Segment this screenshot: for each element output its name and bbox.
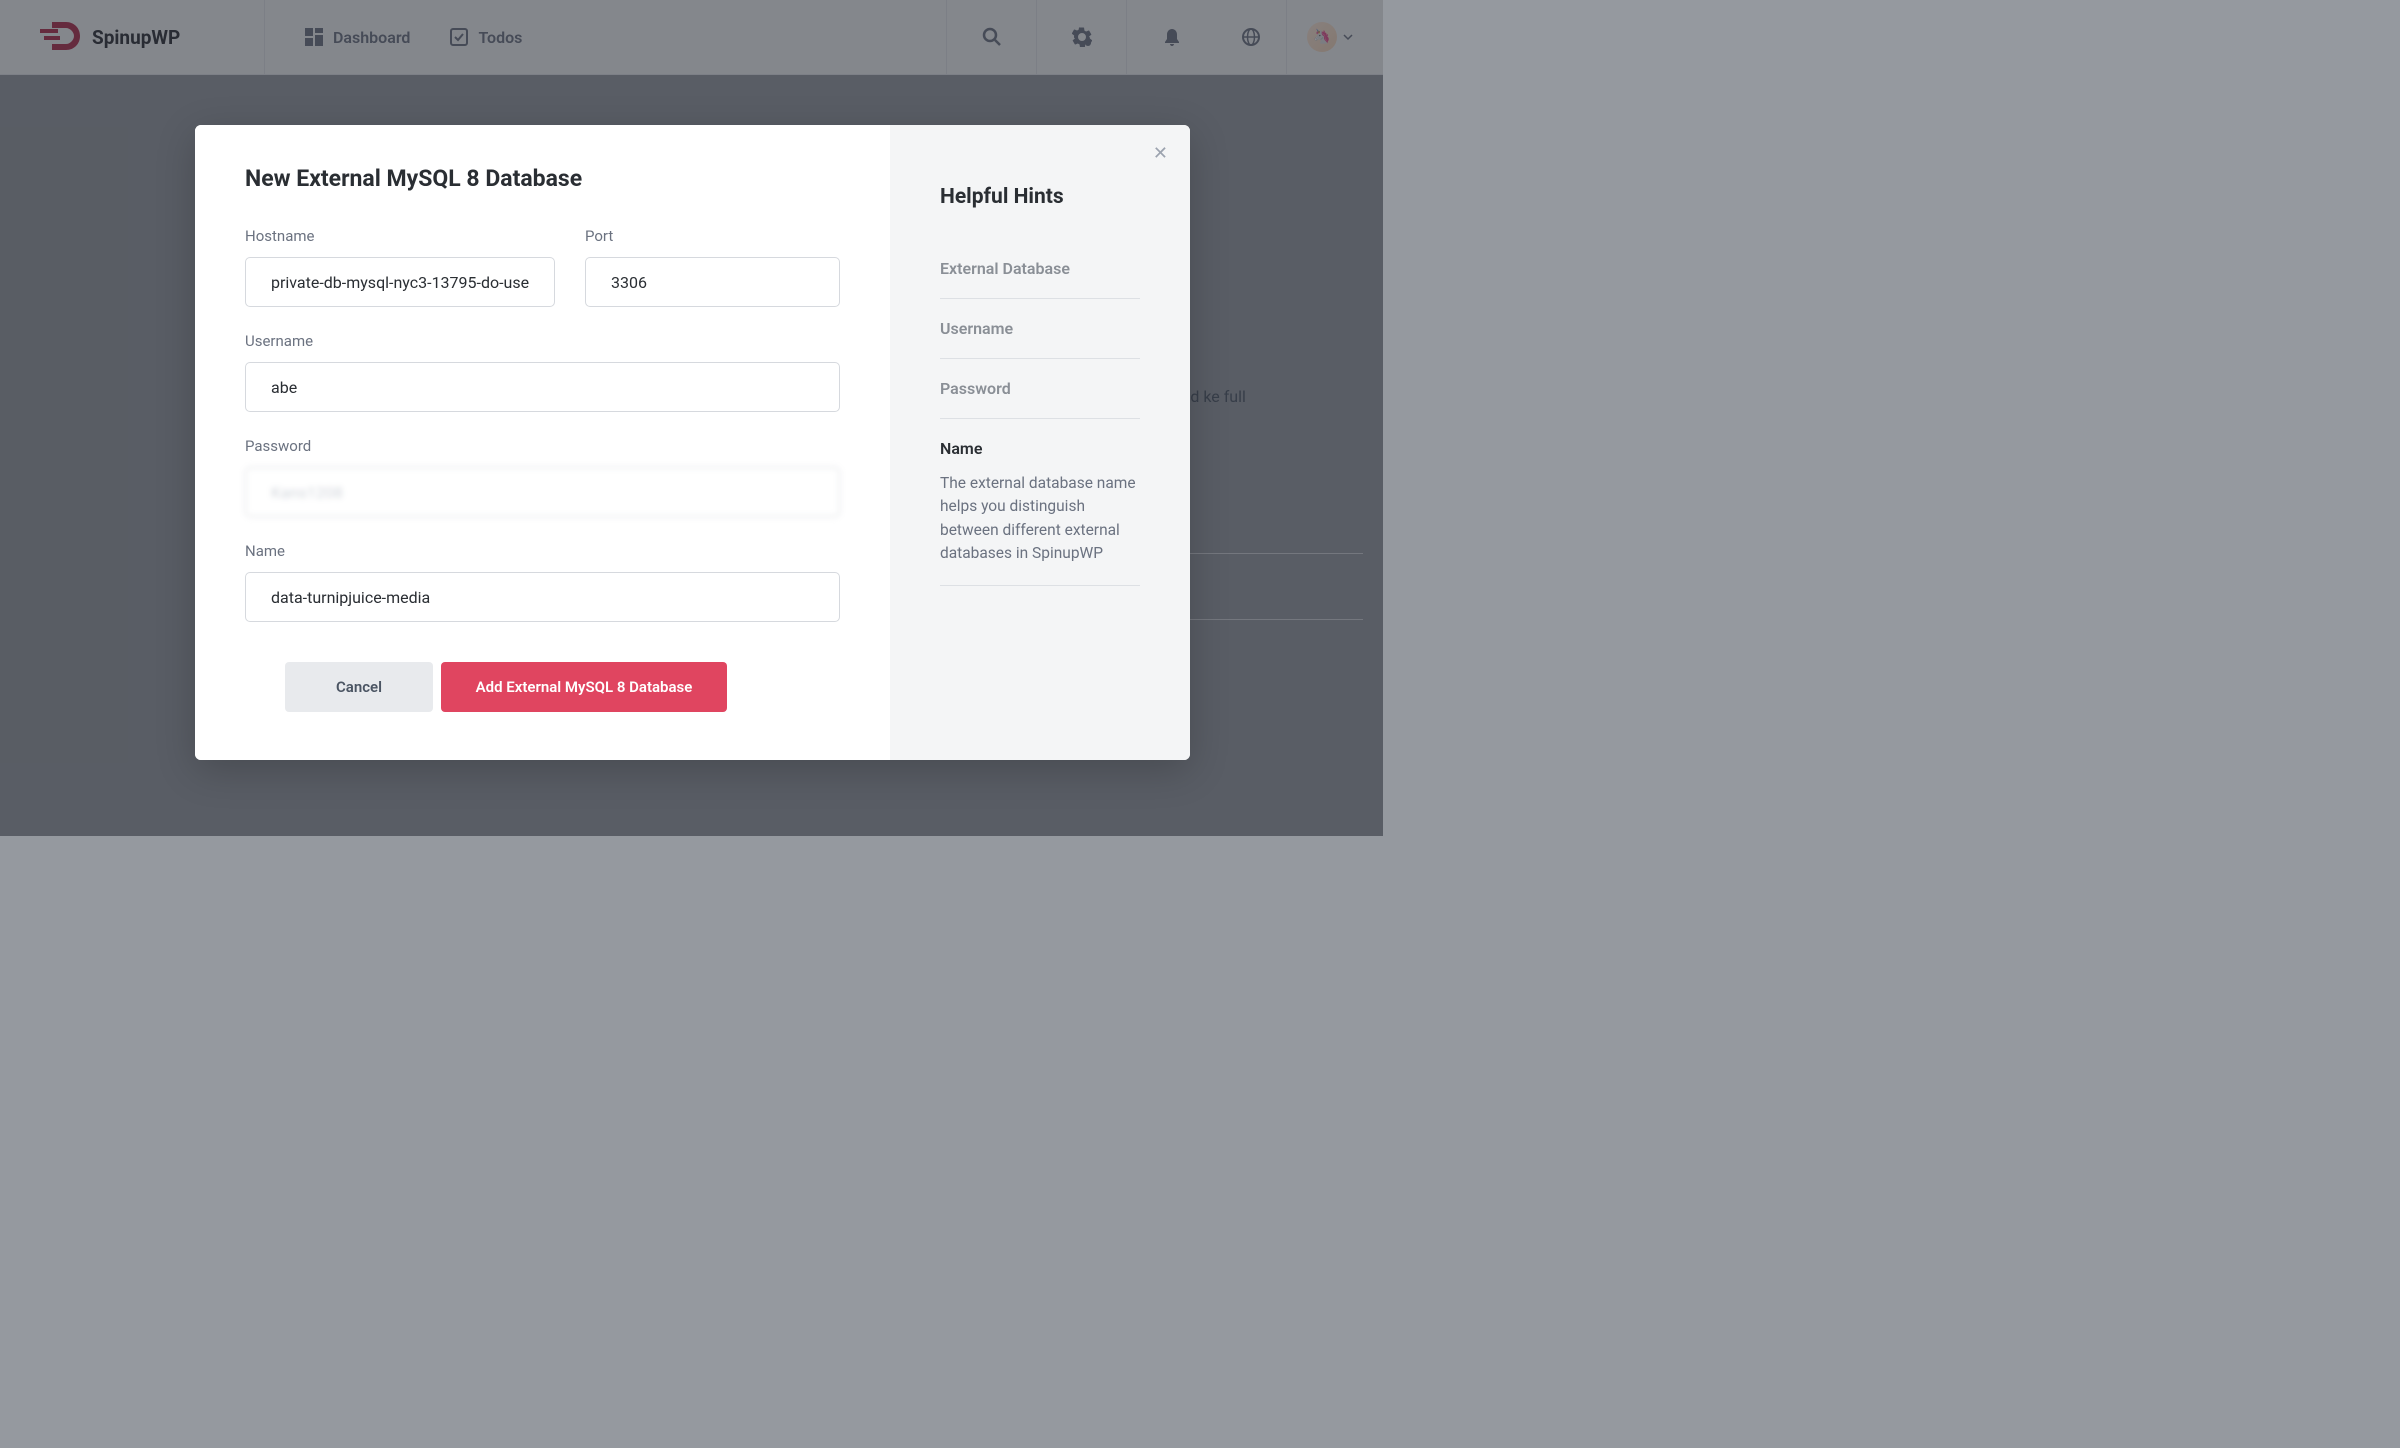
close-button[interactable]: ✕ (1153, 143, 1168, 164)
cancel-button[interactable]: Cancel (285, 662, 433, 712)
hint-name[interactable]: Name The external database name helps yo… (940, 419, 1140, 586)
modal-title: New External MySQL 8 Database (245, 165, 840, 192)
hint-name-label: Name (940, 439, 1140, 458)
hint-username[interactable]: Username (940, 299, 1140, 359)
modal-hints-panel: ✕ Helpful Hints External Database Userna… (890, 125, 1190, 760)
close-icon: ✕ (1153, 143, 1168, 163)
modal-new-external-database: New External MySQL 8 Database Hostname P… (195, 125, 1190, 760)
hostname-label: Hostname (245, 227, 555, 245)
hint-name-desc: The external database name helps you dis… (940, 472, 1140, 565)
hints-title: Helpful Hints (940, 185, 1140, 209)
add-database-button[interactable]: Add External MySQL 8 Database (441, 662, 727, 712)
password-input[interactable] (245, 467, 840, 517)
password-label: Password (245, 437, 840, 455)
username-label: Username (245, 332, 840, 350)
modal-form: New External MySQL 8 Database Hostname P… (195, 125, 890, 760)
hostname-input[interactable] (245, 257, 555, 307)
username-input[interactable] (245, 362, 840, 412)
hint-external-database[interactable]: External Database (940, 239, 1140, 299)
port-label: Port (585, 227, 840, 245)
port-input[interactable] (585, 257, 840, 307)
name-label: Name (245, 542, 840, 560)
hint-password[interactable]: Password (940, 359, 1140, 419)
name-input[interactable] (245, 572, 840, 622)
